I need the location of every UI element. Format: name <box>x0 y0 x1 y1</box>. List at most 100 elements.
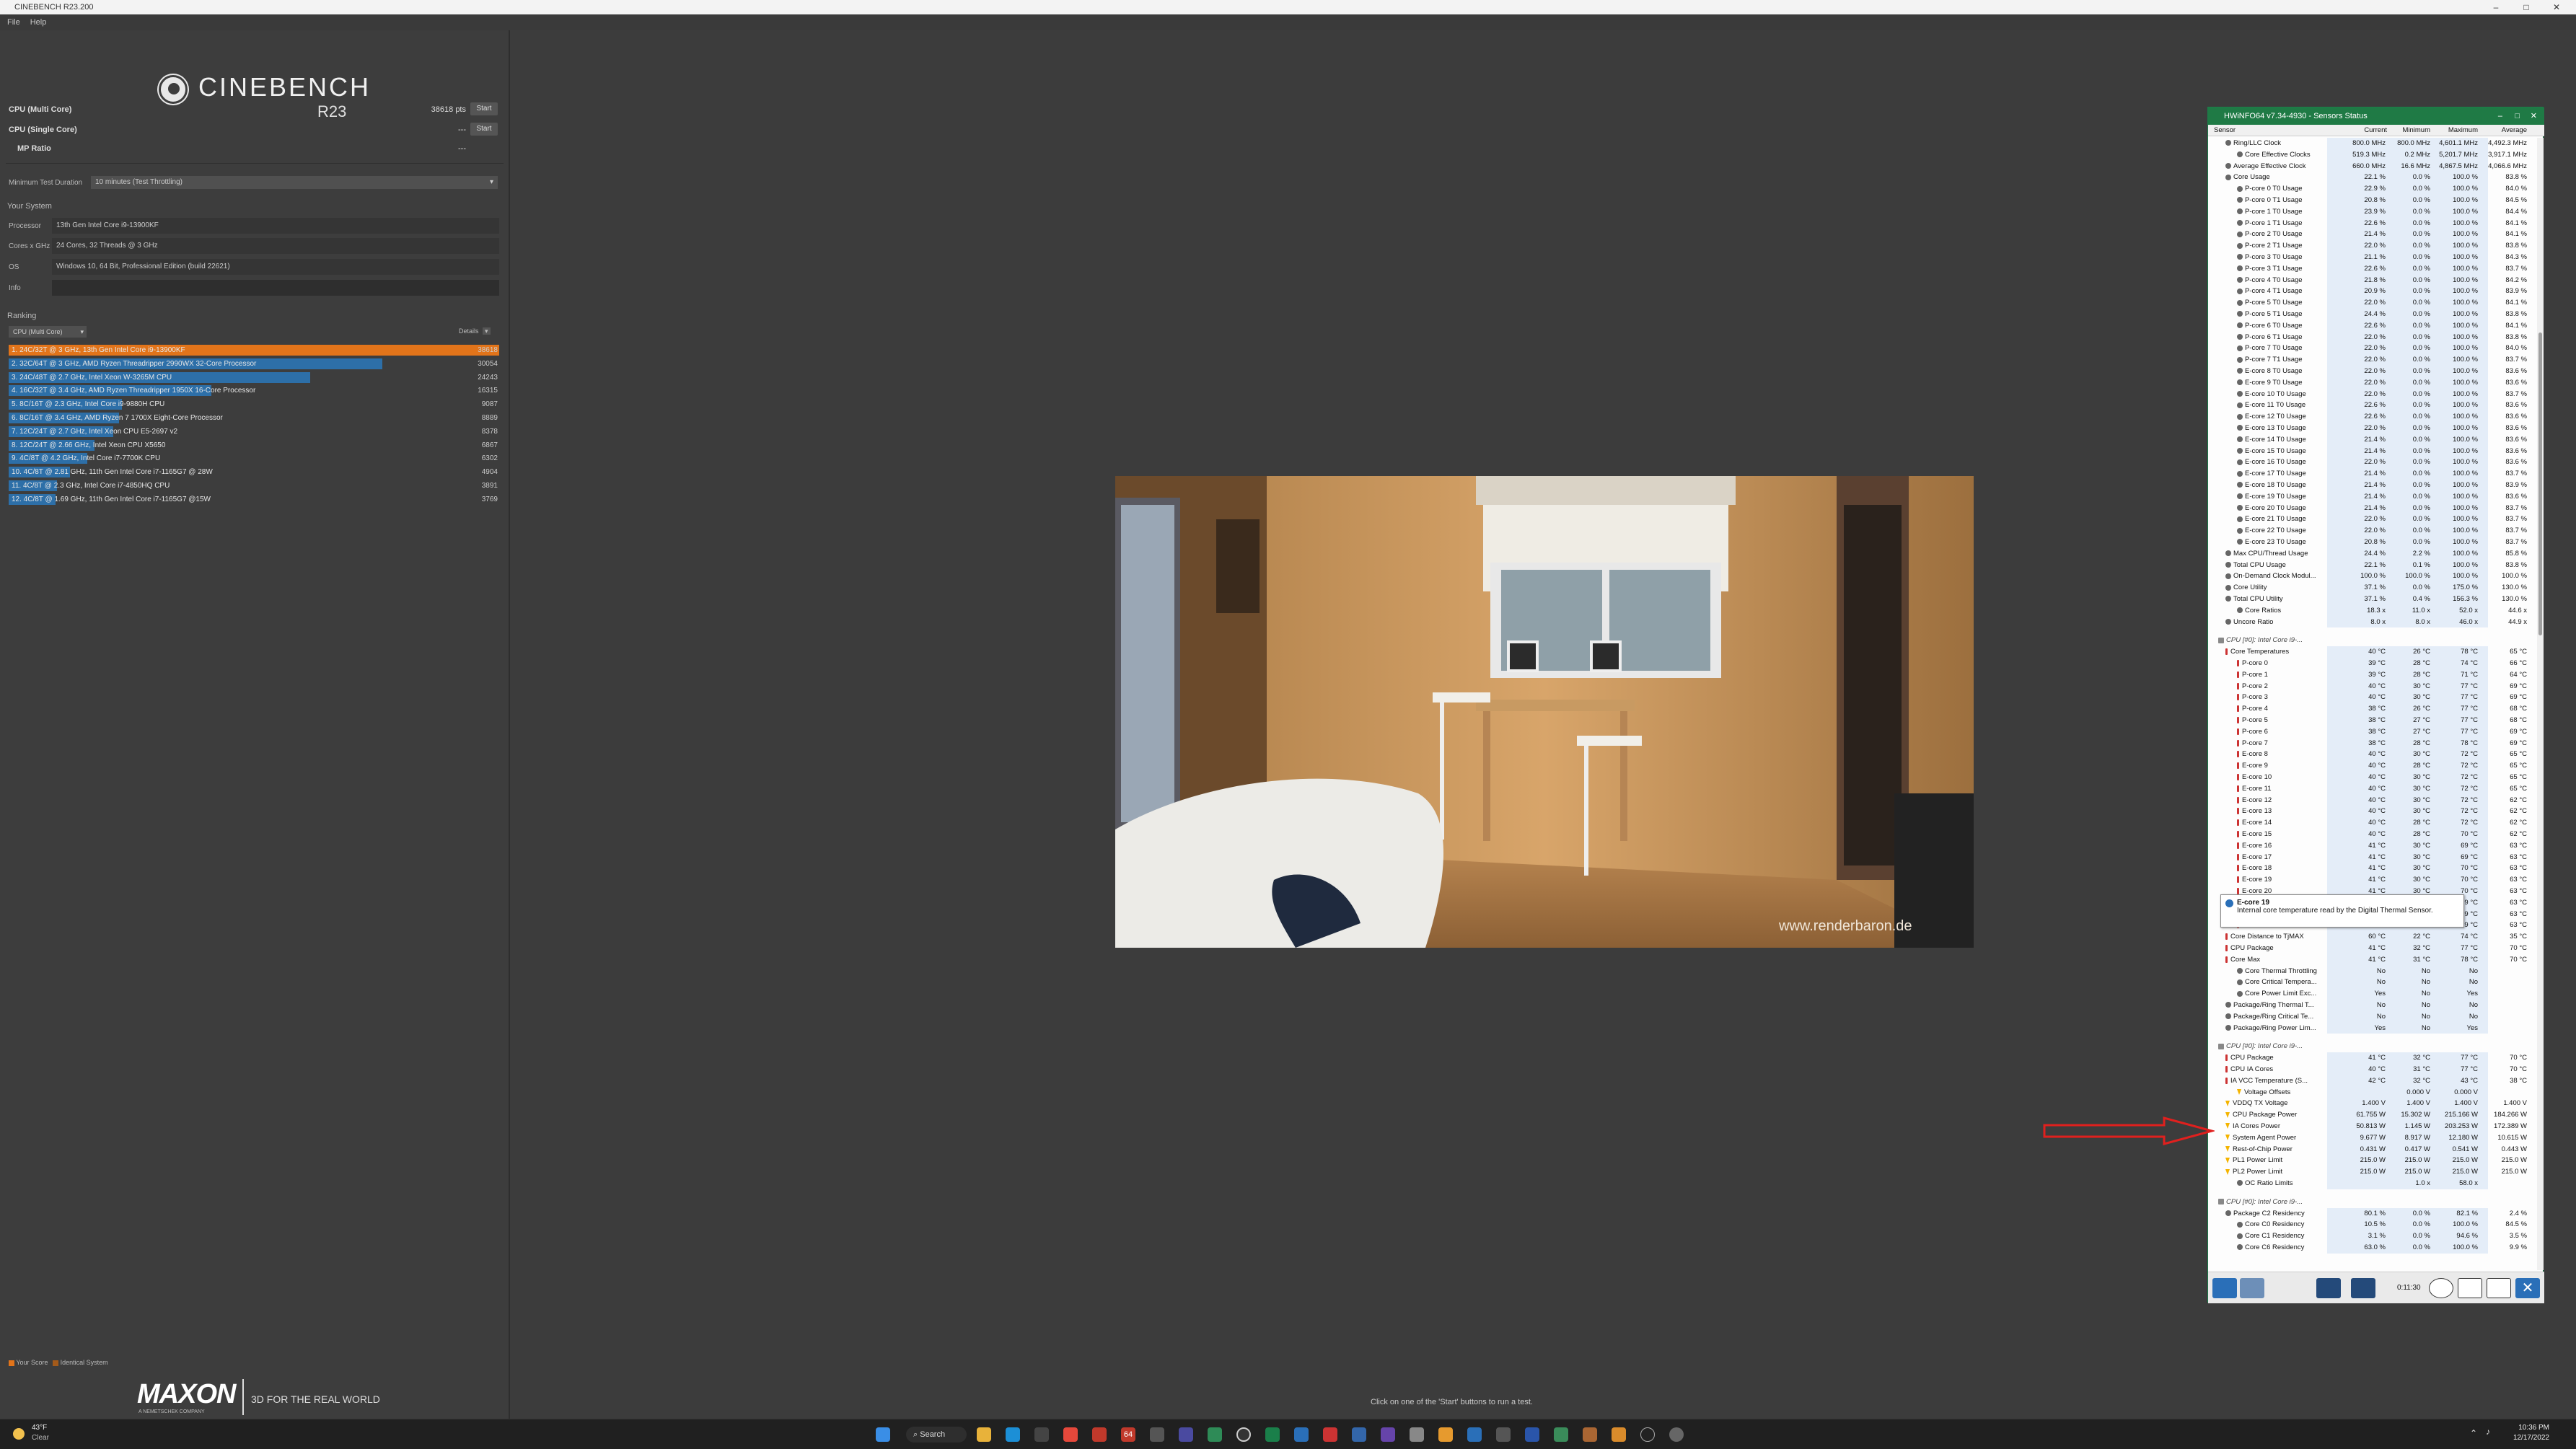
col-minimum[interactable]: Minimum <box>2390 125 2430 136</box>
app-icon-brown[interactable] <box>1583 1427 1597 1442</box>
sensor-row[interactable]: P-core 1 T1 Usage 22.6 % 0.0 % 100.0 % 84.1 … <box>2208 217 2534 229</box>
sensor-row[interactable]: P-core 7 T0 Usage 22.0 % 0.0 % 100.0 % 84.0 … <box>2208 343 2534 355</box>
sensor-row[interactable]: E-core 14 T0 Usage 21.4 % 0.0 % 100.0 % 83.6… <box>2208 433 2534 446</box>
ranking-row[interactable]: 2. 32C/64T @ 3 GHz, AMD Ryzen Threadripp… <box>9 358 499 369</box>
sensor-row[interactable]: P-core 4 T0 Usage 21.8 % 0.0 % 100.0 % 84.2 … <box>2208 274 2534 286</box>
xbox-icon[interactable] <box>1208 1427 1222 1442</box>
sensor-row[interactable]: Core Power Limit Exc... Yes No Yes <box>2208 988 2534 1000</box>
sensor-row[interactable]: P-core 3 T1 Usage 22.6 % 0.0 % 100.0 % 83.7 … <box>2208 263 2534 275</box>
ranking-row[interactable]: 3. 24C/48T @ 2.7 GHz, Intel Xeon W-3265M… <box>9 371 499 383</box>
sensor-row[interactable]: E-core 14 40 °C 28 °C 72 °C 62 °C <box>2208 817 2534 829</box>
sensor-row[interactable]: System Agent Power 9.677 W 8.917 W 12.180 W… <box>2208 1132 2534 1144</box>
sensor-row[interactable]: E-core 15 T0 Usage 21.4 % 0.0 % 100.0 % 83.6… <box>2208 445 2534 457</box>
maximize-button[interactable]: □ <box>2512 0 2541 14</box>
sensor-row[interactable]: Package/Ring Power Lim... Yes No Yes <box>2208 1022 2534 1034</box>
start-windows-icon[interactable] <box>876 1427 890 1442</box>
sensor-row[interactable]: Package/Ring Thermal T... No No No <box>2208 1000 2534 1011</box>
app-icon-amber[interactable] <box>1612 1427 1626 1442</box>
sensor-row[interactable]: Core Ratios 18.3 x 11.0 x 52.0 x 44.6 x <box>2208 604 2534 617</box>
scrollbar-thumb[interactable] <box>2538 332 2542 635</box>
ranking-row[interactable]: 4. 16C/32T @ 3.4 GHz, AMD Ryzen Threadri… <box>9 385 499 397</box>
sensor-row[interactable]: E-core 19 41 °C 30 °C 70 °C 63 °C <box>2208 874 2534 886</box>
col-current[interactable]: Current <box>2347 125 2387 136</box>
col-maximum[interactable]: Maximum <box>2437 125 2478 136</box>
sensor-row[interactable]: Core C1 Residency 3.1 % 0.0 % 94.6 % 3.5 % <box>2208 1230 2534 1242</box>
sensor-row[interactable]: PL2 Power Limit 215.0 W 215.0 W 215.0 W 215.… <box>2208 1166 2534 1178</box>
app-icon-orange[interactable] <box>1438 1427 1453 1442</box>
sensor-row[interactable]: P-core 1 39 °C 28 °C 71 °C 64 °C <box>2208 669 2534 681</box>
sensor-row[interactable]: E-core 23 T0 Usage 20.8 % 0.0 % 100.0 % 83.7… <box>2208 537 2534 548</box>
sensor-row[interactable]: Core C6 Residency 63.0 % 0.0 % 100.0 % 9.9 % <box>2208 1242 2534 1254</box>
exit-icon[interactable]: ✕ <box>2515 1278 2540 1298</box>
sensor-row[interactable]: P-core 2 T0 Usage 21.4 % 0.0 % 100.0 % 84.1 … <box>2208 229 2534 241</box>
sensor-row[interactable]: Core Usage 22.1 % 0.0 % 100.0 % 83.8 % <box>2208 172 2534 184</box>
log-file-icon[interactable] <box>2458 1278 2482 1298</box>
sensor-row[interactable]: E-core 20 T0 Usage 21.4 % 0.0 % 100.0 % 83.7… <box>2208 502 2534 514</box>
reset-icon[interactable] <box>2351 1278 2375 1298</box>
aida64-icon[interactable]: 64 <box>1121 1427 1135 1442</box>
sensor-row[interactable]: Package C2 Residency 80.1 % 0.0 % 82.1 % 2.4… <box>2208 1207 2534 1220</box>
sensor-row[interactable]: E-core 12 40 °C 30 °C 72 °C 62 °C <box>2208 794 2534 806</box>
tray-chevron-up-icon[interactable]: ⌃ <box>2470 1428 2477 1438</box>
app-icon-red[interactable] <box>1092 1427 1107 1442</box>
sensor-row[interactable]: P-core 7 T1 Usage 22.0 % 0.0 % 100.0 % 83.7 … <box>2208 354 2534 366</box>
menu-help[interactable]: Help <box>30 18 47 27</box>
store-icon[interactable] <box>1034 1427 1049 1442</box>
menu-file[interactable]: File <box>7 18 20 27</box>
sensor-row[interactable]: E-core 13 40 °C 30 °C 72 °C 62 °C <box>2208 806 2534 818</box>
col-sensor[interactable]: Sensor <box>2214 125 2236 136</box>
sensor-row[interactable]: P-core 1 T0 Usage 23.9 % 0.0 % 100.0 % 84.4 … <box>2208 206 2534 218</box>
sensor-row[interactable]: P-core 4 38 °C 26 °C 77 °C 68 °C <box>2208 703 2534 715</box>
network-icon[interactable] <box>2316 1278 2341 1298</box>
minimize-button[interactable]: – <box>2482 0 2510 14</box>
sensor-row[interactable]: E-core 11 T0 Usage 22.6 % 0.0 % 100.0 % 83.6… <box>2208 400 2534 412</box>
sensor-row[interactable]: E-core 10 40 °C 30 °C 72 °C 65 °C <box>2208 772 2534 783</box>
hwinfo-scrollbar[interactable] <box>2537 138 2544 1270</box>
app-icon-circle[interactable] <box>1236 1427 1251 1442</box>
sensor-row[interactable]: E-core 13 T0 Usage 22.0 % 0.0 % 100.0 % 83.6… <box>2208 423 2534 434</box>
sensor-row[interactable]: P-core 5 38 °C 27 °C 77 °C 68 °C <box>2208 715 2534 726</box>
weather-text[interactable]: Clear <box>32 1434 49 1442</box>
app-icon-blue-3[interactable] <box>1525 1427 1539 1442</box>
sensor-row[interactable]: On-Demand Clock Modul... 100.0 % 100.0 % 10… <box>2208 571 2534 583</box>
app-icon-black[interactable] <box>1640 1427 1655 1442</box>
start-single-button[interactable]: Start <box>470 123 498 136</box>
clock-time[interactable]: 10:36 PM <box>2509 1424 2549 1432</box>
sensor-row[interactable]: E-core 10 T0 Usage 22.0 % 0.0 % 100.0 % 83.7… <box>2208 388 2534 400</box>
sensor-row[interactable]: E-core 22 T0 Usage 22.0 % 0.0 % 100.0 % 83.7… <box>2208 525 2534 537</box>
app-icon-purple[interactable] <box>1179 1427 1193 1442</box>
sensor-row[interactable]: Core C0 Residency 10.5 % 0.0 % 100.0 % 84.5 … <box>2208 1219 2534 1231</box>
ranking-row[interactable]: 6. 8C/16T @ 3.4 GHz, AMD Ryzen 7 1700X E… <box>9 413 499 423</box>
sensor-row[interactable]: P-core 6 T1 Usage 22.0 % 0.0 % 100.0 % 83.8 … <box>2208 331 2534 343</box>
app-icon-round[interactable] <box>1669 1427 1684 1442</box>
edge-icon[interactable] <box>1006 1427 1020 1442</box>
sensor-row[interactable]: P-core 7 38 °C 28 °C 78 °C 69 °C <box>2208 737 2534 749</box>
sensor-row[interactable]: E-core 15 40 °C 28 °C 70 °C 62 °C <box>2208 829 2534 840</box>
app-icon-green[interactable] <box>1554 1427 1568 1442</box>
hwinfo-maximize-button[interactable]: □ <box>2515 107 2520 125</box>
sensor-group-header[interactable]: CPU [#0]: Intel Core i9-... <box>2208 1041 2534 1052</box>
taskbar-search[interactable]: ⌕ Search <box>906 1427 967 1443</box>
sensor-row[interactable]: E-core 21 T0 Usage 22.0 % 0.0 % 100.0 % 83.7… <box>2208 514 2534 526</box>
settings-gear-icon[interactable] <box>2487 1278 2511 1298</box>
sensor-row[interactable]: P-core 0 T0 Usage 22.9 % 0.0 % 100.0 % 84.0 … <box>2208 183 2534 195</box>
sensor-row[interactable]: IA VCC Temperature (S... 42 °C 32 °C 43 °C 3… <box>2208 1075 2534 1087</box>
sensor-row[interactable]: Uncore Ratio 8.0 x 8.0 x 46.0 x 44.9 x <box>2208 616 2534 628</box>
app-icon-gray[interactable] <box>1410 1427 1424 1442</box>
sensor-row[interactable]: E-core 19 T0 Usage 21.4 % 0.0 % 100.0 % 83.6… <box>2208 490 2534 503</box>
close-button[interactable]: ✕ <box>2542 0 2571 14</box>
app-icon-dark[interactable] <box>1496 1427 1511 1442</box>
ranking-row[interactable]: 11. 4C/8T @ 2.3 GHz, Intel Core i7-4850H… <box>9 480 499 491</box>
sensor-row[interactable]: Core Utility 37.1 % 0.0 % 175.0 % 130.0 % <box>2208 582 2534 594</box>
sensor-row[interactable]: E-core 11 40 °C 30 °C 72 °C 65 °C <box>2208 783 2534 795</box>
sensor-row[interactable]: E-core 17 T0 Usage 21.4 % 0.0 % 100.0 % 83.7… <box>2208 468 2534 480</box>
sensor-row[interactable]: Max CPU/Thread Usage 24.4 % 2.2 % 100.0 % 85… <box>2208 547 2534 560</box>
sensor-row[interactable]: Total CPU Utility 37.1 % 0.4 % 156.3 % 130.0… <box>2208 594 2534 605</box>
sensor-row[interactable]: OC Ratio Limits 1.0 x 58.0 x <box>2208 1178 2534 1189</box>
sensor-row[interactable]: Total CPU Usage 22.1 % 0.1 % 100.0 % 83.8 % <box>2208 559 2534 571</box>
sensor-row[interactable]: P-core 2 40 °C 30 °C 77 °C 69 °C <box>2208 680 2534 692</box>
sensor-row[interactable]: E-core 8 40 °C 30 °C 72 °C 65 °C <box>2208 749 2534 761</box>
sensor-row[interactable]: P-core 0 T1 Usage 20.8 % 0.0 % 100.0 % 84.5 … <box>2208 195 2534 206</box>
sensor-row[interactable]: P-core 2 T1 Usage 22.0 % 0.0 % 100.0 % 83.8 … <box>2208 240 2534 252</box>
nav-left-icon[interactable] <box>2212 1278 2237 1298</box>
